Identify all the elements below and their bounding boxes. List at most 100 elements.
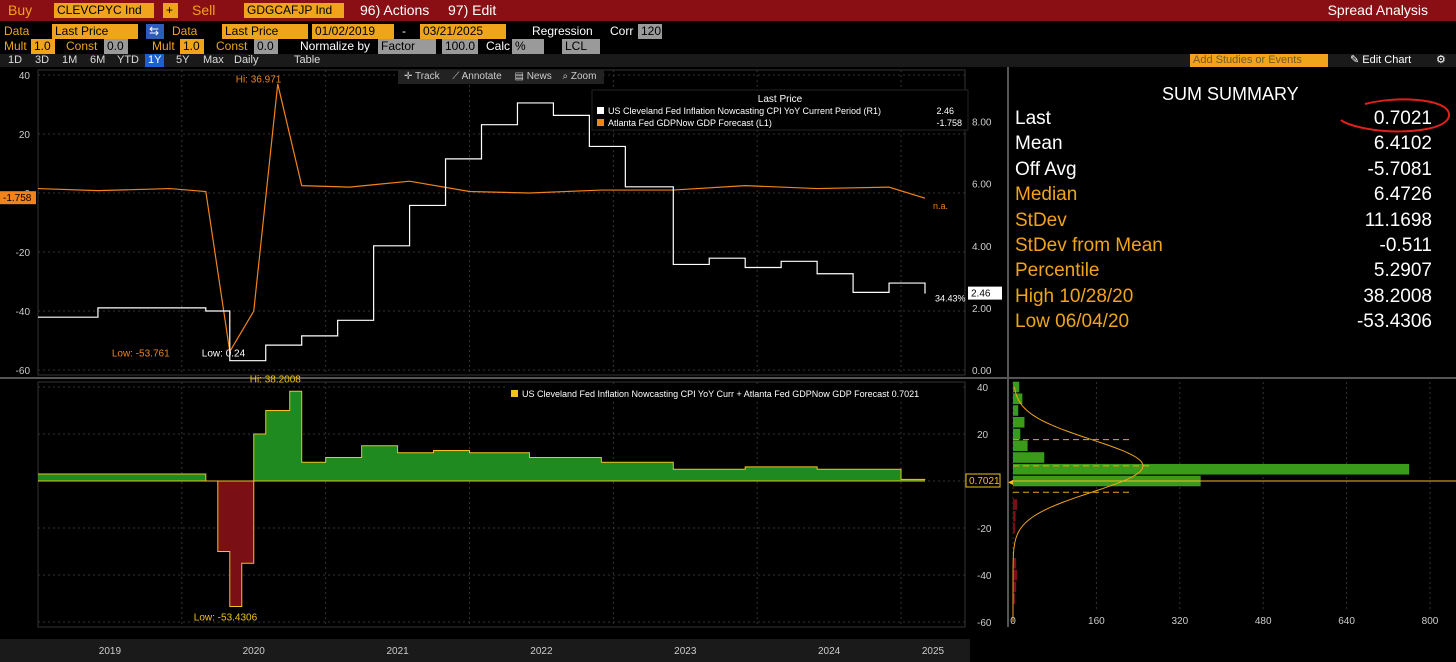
end-date-input[interactable]: 03/21/2025 — [420, 24, 506, 39]
spread-analysis-title: Spread Analysis — [1327, 2, 1428, 18]
year-label: 2024 — [818, 646, 841, 657]
summary-label: High 10/28/20 — [1015, 285, 1134, 307]
left-axis-tick: -40 — [16, 307, 31, 318]
sell-label: Sell — [192, 2, 216, 18]
edit-menu[interactable]: 97) Edit — [448, 2, 496, 18]
spread-negative-area — [38, 481, 925, 607]
year-label: 2025 — [922, 646, 945, 657]
add-studies-input[interactable]: Add Studies or Events — [1190, 54, 1328, 67]
buy-label: Buy — [8, 2, 33, 18]
summary-label: Low 06/04/20 — [1015, 311, 1130, 333]
pct-label: 34.43% — [935, 294, 966, 304]
timeframe-1m[interactable]: 1M — [62, 54, 77, 67]
low-orange-label: Low: -53.761 — [112, 348, 170, 359]
timeframe-5y[interactable]: 5Y — [176, 54, 189, 67]
add-ticker-button[interactable]: + — [163, 3, 178, 18]
hist-axis-tick: 320 — [1171, 616, 1188, 627]
factor-input[interactable]: 100.0 — [442, 39, 478, 54]
const2-input[interactable]: 0.0 — [254, 39, 278, 54]
calc-select[interactable]: % — [512, 39, 544, 54]
hist-bar — [1013, 569, 1018, 581]
data1-select[interactable]: Last Price — [52, 24, 138, 39]
lower-axis-tick: 40 — [977, 383, 989, 394]
annotate-label: Annotate — [461, 71, 502, 82]
normalize-label[interactable]: Normalize by — [300, 39, 370, 53]
chart-tools: ✛ Track ⟋ Annotate ▤ News ⌕ Zoom — [398, 70, 604, 84]
hist-axis-tick: 640 — [1338, 616, 1355, 627]
edit-chart-button[interactable]: ✎ Edit Chart — [1350, 54, 1411, 67]
legend-series1: US Cleveland Fed Inflation Nowcasting CP… — [608, 106, 881, 116]
buy-ticker-input[interactable]: CLEVCPYC Ind — [54, 3, 154, 18]
top-toolbar: Buy CLEVCPYC Ind + Sell GDGCAFJP Ind 96)… — [0, 0, 1456, 21]
mult2-input[interactable]: 1.0 — [180, 39, 204, 54]
hist-bar — [1013, 499, 1018, 510]
table-button[interactable]: Table — [294, 54, 320, 67]
track-tool[interactable]: ✛ Track — [404, 71, 440, 82]
regression-label[interactable]: Regression — [532, 24, 593, 38]
lcl-select[interactable]: LCL — [562, 39, 600, 54]
left-last-tag-text: -1.758 — [3, 193, 32, 204]
timeframe-1d[interactable]: 1D — [8, 54, 22, 67]
lower-axis-tick: -20 — [977, 524, 992, 535]
hi-orange-label: Hi: 36.971 — [236, 74, 282, 85]
normal-curve — [1012, 386, 1144, 622]
normalize-select[interactable]: Factor — [378, 39, 436, 54]
corr-value[interactable]: 120 — [638, 24, 662, 39]
lower-legend-swatch — [511, 390, 518, 397]
settings-gear-icon[interactable]: ⚙ — [1436, 54, 1446, 67]
summary-value: 11.1698 — [1364, 209, 1432, 231]
summary-value: 38.2008 — [1363, 285, 1432, 307]
legend-swatch-orange — [597, 119, 604, 126]
corr-label[interactable]: Corr — [610, 24, 633, 38]
lower-axis-tick: 20 — [977, 430, 989, 441]
legend-series2-last: -1.758 — [936, 118, 962, 128]
timeframe-max[interactable]: Max — [203, 54, 224, 67]
summary-value: -53.4306 — [1356, 311, 1432, 333]
legend-series2: Atlanta Fed GDPNow GDP Forecast (L1) — [608, 118, 772, 128]
start-date-input[interactable]: 01/02/2019 — [312, 24, 394, 39]
data2-label: Data — [172, 24, 198, 38]
summary-label: Last — [1015, 108, 1051, 129]
const1-label: Const — [66, 39, 98, 53]
mult1-label: Mult — [4, 39, 27, 53]
timeframe-1y[interactable]: 1Y — [145, 54, 165, 67]
zoom-tool[interactable]: ⌕ Zoom — [563, 71, 597, 82]
summary-title: SUM SUMMARY — [1162, 84, 1299, 104]
timeframe-6m[interactable]: 6M — [90, 54, 105, 67]
hist-bar — [1013, 416, 1025, 428]
summary-label: Off Avg — [1015, 158, 1077, 180]
mult1-input[interactable]: 1.0 — [31, 39, 55, 54]
summary-value: 6.4726 — [1373, 184, 1432, 206]
right-axis-tick: 4.00 — [972, 242, 992, 253]
timeframe-ytd[interactable]: YTD — [117, 54, 139, 67]
summary-value: -0.511 — [1379, 235, 1432, 256]
sell-ticker-input[interactable]: GDGCAFJP Ind — [244, 3, 344, 18]
annotate-tool[interactable]: ⟋ Annotate — [452, 71, 501, 82]
na-label: n.a. — [933, 201, 948, 211]
period-select[interactable]: Daily — [234, 54, 258, 67]
low-white-label: Low: 0.24 — [202, 348, 246, 359]
right-axis-tick: 8.00 — [972, 118, 992, 129]
red-circle-annotation — [1340, 98, 1450, 133]
right-axis-tick: 2.00 — [972, 304, 992, 315]
actions-menu[interactable]: 96) Actions — [360, 2, 429, 18]
swap-icon[interactable]: ⇆ — [146, 24, 164, 39]
news-tool[interactable]: ▤ News — [514, 71, 551, 82]
summary-value: 5.2907 — [1373, 260, 1432, 282]
lower-axis-tick: -60 — [977, 618, 992, 629]
hist-bar — [1013, 440, 1028, 452]
hist-bar — [1013, 463, 1410, 475]
track-label: Track — [414, 71, 440, 82]
spread-chart[interactable]: 2019 2020 2021 2022 2023 2024 2025 40 20 0 -20 -40 -… — [0, 67, 1456, 662]
calc-label: Calc — [486, 39, 511, 53]
timeframe-3d[interactable]: 3D — [35, 54, 49, 67]
right-last-tag-text: 2.46 — [971, 289, 991, 300]
zoom-label: Zoom — [570, 71, 597, 82]
hist-bar — [1013, 381, 1020, 393]
summary-label: StDev from Mean — [1015, 235, 1163, 256]
left-axis-tick: 40 — [19, 71, 31, 82]
const1-input[interactable]: 0.0 — [104, 39, 128, 54]
data2-select[interactable]: Last Price — [222, 24, 308, 39]
hist-bar — [1013, 522, 1016, 534]
legend-swatch-white — [597, 107, 604, 114]
